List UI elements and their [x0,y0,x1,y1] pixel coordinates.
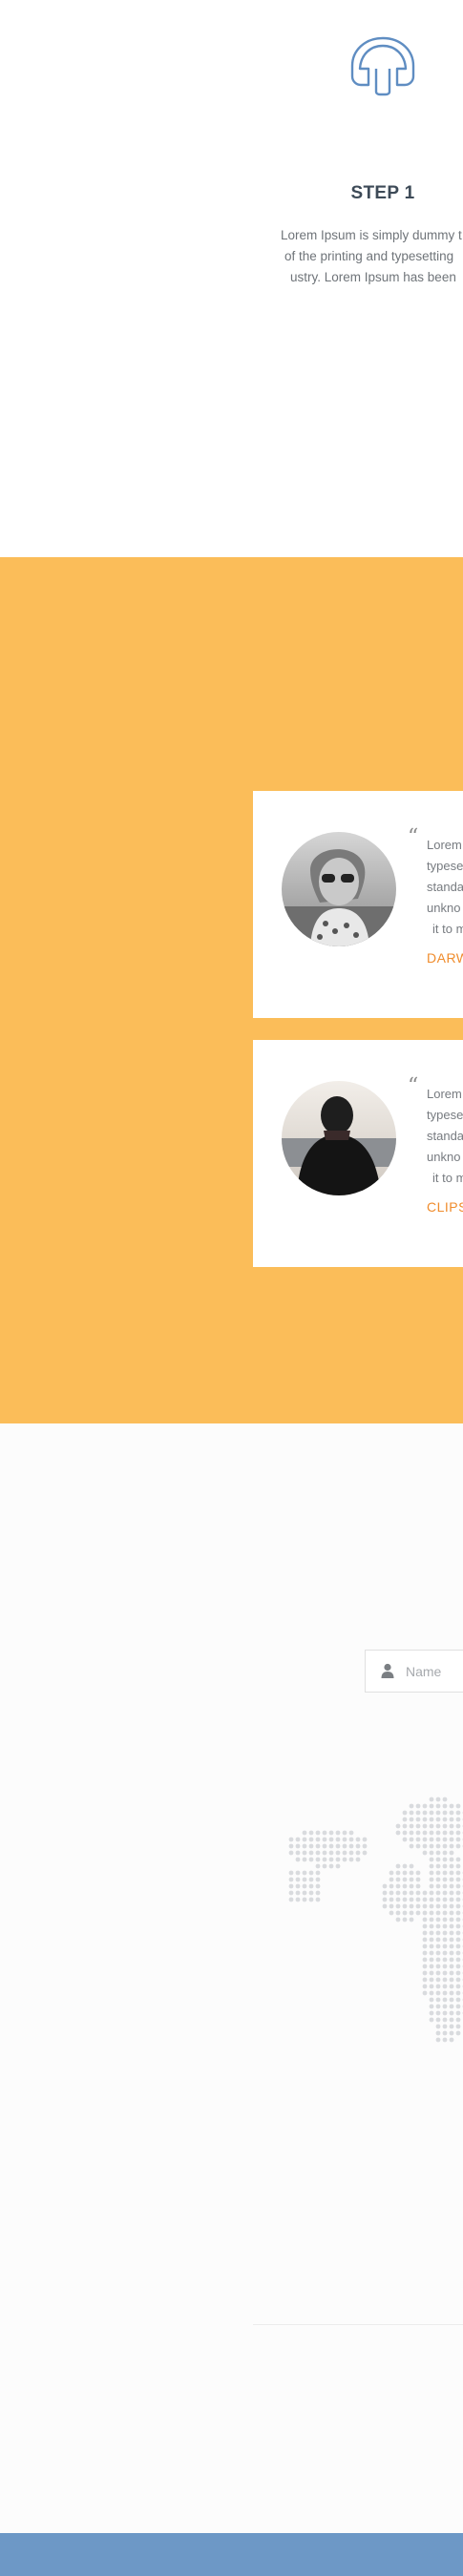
headphones-icon [350,36,415,96]
testimonial-card: “ Lorem typese standa unkno it to m DARW [253,791,463,1018]
quote-line: it to m [432,922,463,936]
step-title: STEP 1 [350,183,415,203]
quote-line: standa [427,1129,463,1143]
quote-line: Lorem [427,838,462,852]
name-field[interactable] [365,1650,463,1693]
quote-line: unkno [427,1150,461,1164]
footer [0,2533,463,2576]
woman-sunglasses-photo [282,832,396,946]
testimonial-card: “ Lorem typese standa unkno it to m CLIP… [253,1040,463,1267]
testimonial-author: CLIPS [427,1199,463,1215]
quote-line: it to m [432,1171,463,1185]
quote-icon: “ [408,825,419,849]
testimonials-section: “ Lorem typese standa unkno it to m DARW [0,557,463,1423]
user-icon [381,1663,394,1678]
divider [253,2324,463,2325]
avatar [282,1081,396,1195]
testimonial-quote: Lorem typese standa unkno it to m [427,835,463,940]
quote-line: typese [427,1108,463,1122]
step-description: Lorem Ipsum is simply dummy t of the pri… [273,225,463,288]
contact-section [0,1423,463,2533]
name-input[interactable] [406,1651,463,1692]
step-description-line: Lorem Ipsum is simply dummy t [281,228,462,242]
testimonial-author: DARW [427,950,463,966]
step-description-line: of the printing and typesetting [284,249,454,263]
quote-icon: “ [408,1074,419,1098]
avatar [282,832,396,946]
step-description-line: ustry. Lorem Ipsum has been [290,270,456,284]
quote-line: typese [427,859,463,873]
quote-line: Lorem [427,1087,462,1101]
step-section: STEP 1 Lorem Ipsum is simply dummy t of … [0,0,463,557]
quote-line: unkno [427,901,461,915]
testimonial-quote: Lorem typese standa unkno it to m [427,1084,463,1189]
man-hooded-photo [282,1081,396,1195]
dotted-world-map [288,1797,463,2043]
quote-line: standa [427,880,463,894]
